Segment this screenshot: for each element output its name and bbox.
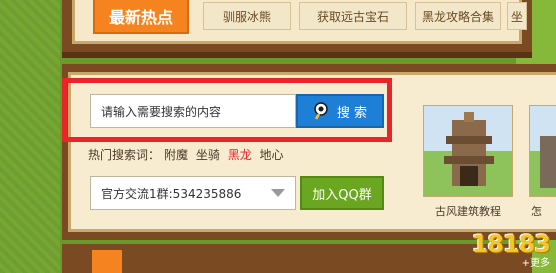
site-watermark: 18183 +更多 <box>472 230 551 269</box>
hot-topics-badge: 最新热点 <box>93 0 189 34</box>
hot-topics-inner: 最新热点 驯服冰熊 获取远古宝石 黑龙攻略合集 坐 <box>72 0 527 44</box>
hot-word-1[interactable]: 附魔 <box>164 148 188 162</box>
qq-group-select[interactable]: 官方交流1群:534235886 <box>90 176 296 210</box>
hot-word-4[interactable]: 地心 <box>260 148 284 162</box>
hot-topic-tab-2[interactable]: 获取远古宝石 <box>299 2 407 30</box>
thumbnail-image-1[interactable] <box>423 105 513 197</box>
hot-topic-tab-1[interactable]: 驯服冰熊 <box>203 2 291 30</box>
grass-left-strip <box>0 0 60 273</box>
ancient-building-image <box>444 112 494 186</box>
hot-word-3[interactable]: 黑龙 <box>228 148 252 162</box>
search-panel: 古风建筑教程 怎 请输入需要搜索的内容 搜 索 热门搜索词： 附魔 坐骑 黑龙 地… <box>62 64 556 240</box>
search-icon <box>313 102 331 120</box>
bottom-orange-tab <box>92 250 122 273</box>
thumbnail-caption-2[interactable]: 怎 <box>531 203 542 219</box>
hot-search-words: 热门搜索词： 附魔 坐骑 黑龙 地心 <box>88 146 288 163</box>
thumbnail-image-2[interactable] <box>529 105 556 197</box>
join-qq-group-button[interactable]: 加入QQ群 <box>300 176 384 210</box>
thumbnail-caption-1[interactable]: 古风建筑教程 <box>423 203 513 219</box>
hot-topic-tab-3[interactable]: 黑龙攻略合集 <box>415 2 501 30</box>
qq-group-selected: 官方交流1群:534235886 <box>101 186 242 201</box>
bottom-panel <box>62 244 532 273</box>
search-button[interactable]: 搜 索 <box>296 94 384 128</box>
hot-topics-panel: 最新热点 驯服冰熊 获取远古宝石 黑龙攻略合集 坐 <box>62 0 532 58</box>
search-input[interactable]: 请输入需要搜索的内容 <box>90 94 296 128</box>
hot-search-label: 热门搜索词： <box>88 148 161 162</box>
building-image <box>540 136 556 188</box>
hot-word-2[interactable]: 坐骑 <box>196 148 220 162</box>
dropdown-arrow-icon <box>271 189 285 197</box>
hot-topic-tab-4[interactable]: 坐 <box>507 2 527 30</box>
search-button-label: 搜 索 <box>336 105 368 121</box>
